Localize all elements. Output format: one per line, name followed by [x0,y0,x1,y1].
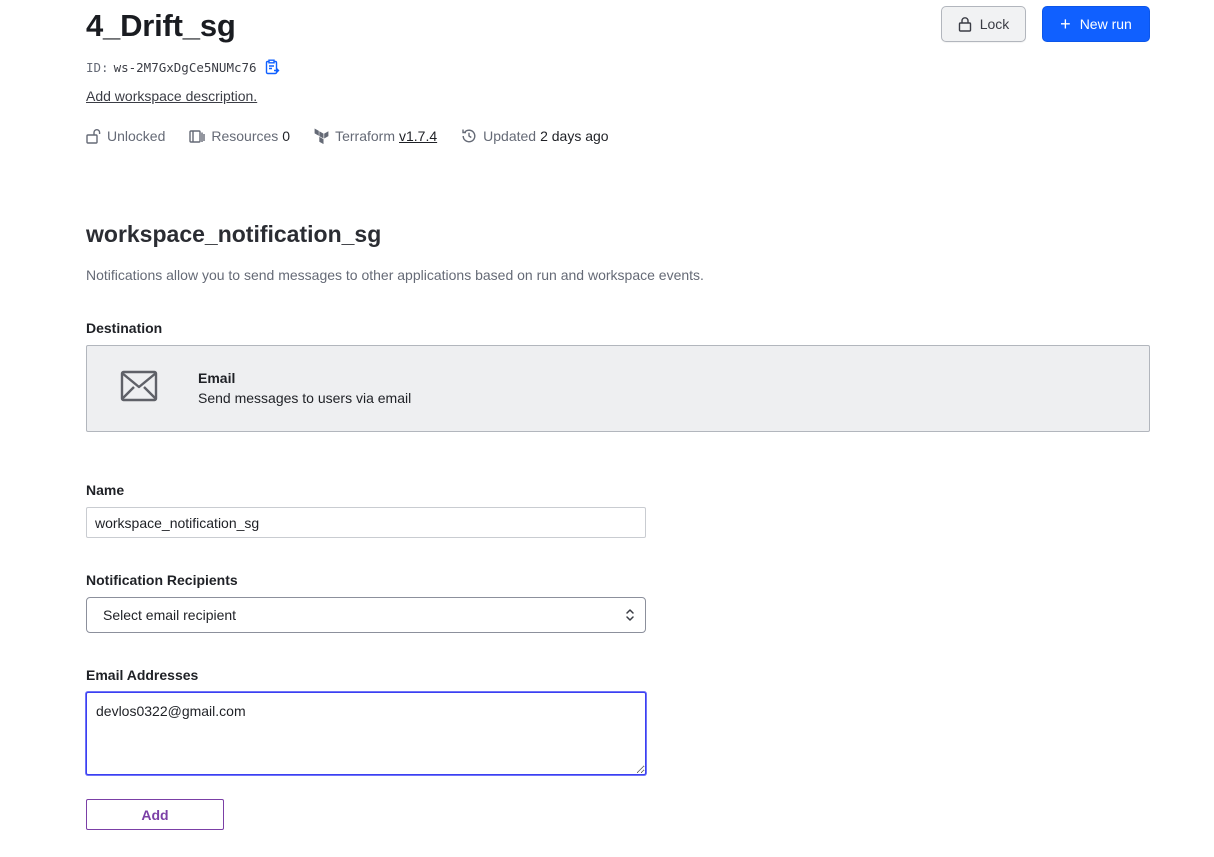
lock-icon [958,17,971,32]
terraform-label: Terraform [335,128,395,144]
new-run-button[interactable]: + New run [1042,6,1150,42]
recipients-label: Notification Recipients [86,572,238,588]
history-icon [462,129,476,143]
resources-icon [189,129,206,143]
email-addresses-label: Email Addresses [86,667,199,683]
notification-description: Notifications allow you to send messages… [86,267,704,283]
name-label: Name [86,482,125,498]
workspace-title: 4_Drift_sg [86,8,236,43]
resources-count: 0 [282,128,291,144]
new-run-button-label: New run [1079,16,1132,32]
add-button[interactable]: Add [86,799,224,830]
resources: Resources 0 [189,128,290,144]
updated-label: Updated [483,128,537,144]
last-updated: Updated 2 days ago [461,128,609,144]
name-input[interactable] [86,507,646,538]
copy-icon[interactable] [265,59,280,75]
updated-value: 2 days ago [540,128,609,144]
destination-label: Destination [86,320,163,336]
lock-status: Unlocked [86,128,165,144]
workspace-id-label: ID: [86,59,109,75]
resources-label: Resources [211,128,279,144]
email-addresses-textarea[interactable]: devlos0322@gmail.com [86,692,646,775]
notification-title: workspace_notification_sg [86,221,382,247]
unlock-icon [86,129,101,144]
lock-button[interactable]: Lock [941,6,1026,42]
workspace-meta: Unlocked Resources 0 Terraform v1.7.4 Up… [86,126,633,146]
terraform-version-link[interactable]: v1.7.4 [399,128,437,144]
workspace-id-value: ws-2M7GxDgCe5NUMc76 [113,59,257,75]
chevron-up-down-icon [626,609,634,621]
terraform-version: Terraform v1.7.4 [314,128,437,144]
workspace-id: ID: ws-2M7GxDgCe5NUMc76 [86,58,280,76]
add-description-link[interactable]: Add workspace description. [86,88,257,104]
recipients-selected-value: Select email recipient [103,607,237,623]
plus-icon: + [1060,14,1071,34]
lock-status-text: Unlocked [107,128,166,144]
destination-name: Email [198,370,236,386]
lock-button-label: Lock [979,16,1010,32]
envelope-icon [120,370,158,402]
destination-description: Send messages to users via email [198,390,412,406]
workspace-notification-page: 4_Drift_sg ID: ws-2M7GxDgCe5NUMc76 Add w… [0,0,1214,857]
recipients-select[interactable]: Select email recipient [86,597,646,633]
destination-card-email[interactable]: Email Send messages to users via email [86,345,1150,432]
terraform-icon [314,128,329,144]
